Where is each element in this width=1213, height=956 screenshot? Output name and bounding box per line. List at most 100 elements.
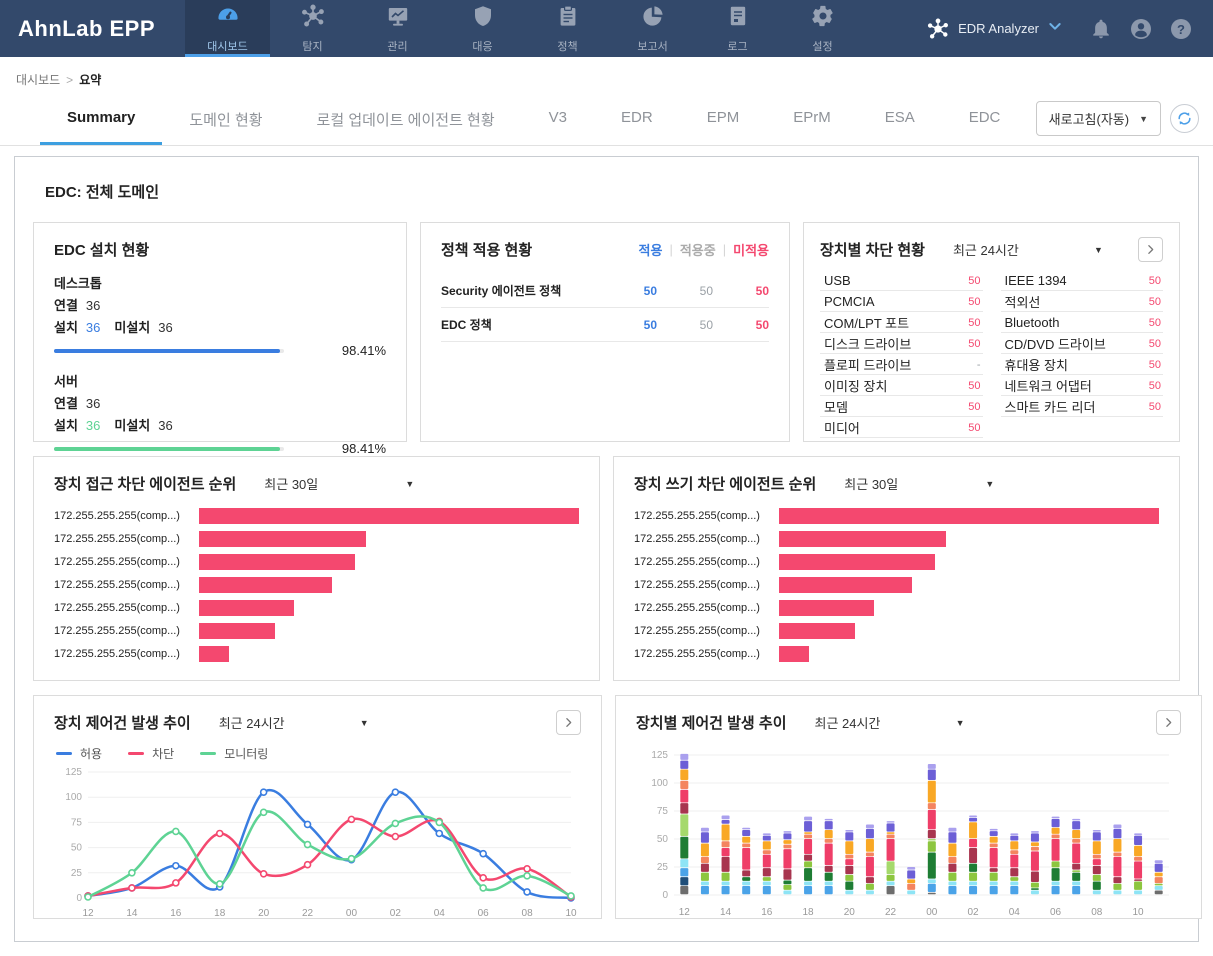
rank-bar[interactable] [199,600,294,616]
device-block-count[interactable]: 50 [968,422,980,434]
tab-EDC[interactable]: EDC [942,109,1028,145]
rank-agent-label[interactable]: 172.255.255.255(comp...) [54,579,199,591]
dropdown-caret-icon: ▼ [956,718,965,728]
edc-install-card: EDC 설치 현황 데스크톱연결36설치36미설치3698.41%서버연결36설… [33,222,407,442]
rank-bar[interactable] [779,577,912,593]
device-block-count[interactable]: 50 [968,275,980,287]
device-trend-more-button[interactable] [1156,710,1181,735]
tab-도메인 현황[interactable]: 도메인 현황 [162,109,289,145]
tab-ESA[interactable]: ESA [858,109,942,145]
product-selector[interactable]: EDR Analyzer [926,17,1063,41]
write-rank-period-dropdown[interactable]: 최근 30일 ▼ [844,474,994,493]
dropdown-caret-icon: ▼ [1139,114,1148,124]
nav-item-보고서[interactable]: 보고서 [610,0,695,57]
rank-bar[interactable] [199,623,275,639]
nav-item-대시보드[interactable]: 대시보드 [185,0,270,57]
rank-bar[interactable] [199,646,229,662]
control-trend-period-dropdown[interactable]: 최근 24시간 ▼ [219,713,369,732]
rank-bar[interactable] [779,623,855,639]
policy-not-applied-count[interactable]: 50 [713,284,769,298]
device-name: 모뎀 [824,397,848,416]
policy-applying-count[interactable]: 50 [657,318,713,332]
device-block-count[interactable]: 50 [1149,401,1161,413]
rank-bar[interactable] [199,577,332,593]
rank-agent-label[interactable]: 172.255.255.255(comp...) [54,625,199,637]
svg-text:75: 75 [657,806,669,817]
policy-applied-count[interactable]: 50 [601,318,657,332]
policy-applying-count[interactable]: 50 [657,284,713,298]
tab-Summary[interactable]: Summary [40,109,162,145]
access-rank-period-dropdown[interactable]: 최근 30일 ▼ [264,474,414,493]
nav-item-관리[interactable]: 관리 [355,0,440,57]
block-card-more-button[interactable] [1138,237,1163,262]
svg-text:12: 12 [679,907,691,918]
nav-item-대응[interactable]: 대응 [440,0,525,57]
rank-agent-label[interactable]: 172.255.255.255(comp...) [634,510,779,522]
tab-V3[interactable]: V3 [522,109,594,145]
account-icon[interactable] [1129,17,1153,41]
nav-item-정책[interactable]: 정책 [525,0,610,57]
rank-bar-row: 172.255.255.255(comp...) [634,554,1159,570]
nav-item-탐지[interactable]: 탐지 [270,0,355,57]
rank-agent-label[interactable]: 172.255.255.255(comp...) [54,648,199,660]
tab-EPrM[interactable]: EPrM [766,109,858,145]
nav-item-label: 대응 [472,38,492,54]
rank-bar[interactable] [779,531,946,547]
rank-agent-label[interactable]: 172.255.255.255(comp...) [54,556,199,568]
rank-agent-label[interactable]: 172.255.255.255(comp...) [634,625,779,637]
device-block-count[interactable]: 50 [1149,380,1161,392]
device-block-count[interactable]: 50 [1149,296,1161,308]
svg-text:20: 20 [844,907,856,918]
install-progress: 98.41% [54,343,386,358]
tab-로컬 업데이트 에이전트 현황[interactable]: 로컬 업데이트 에이전트 현황 [290,109,522,145]
rank-bar[interactable] [779,646,809,662]
nav-item-설정[interactable]: 설정 [780,0,865,57]
tab-EDR[interactable]: EDR [594,109,680,145]
nav-item-로그[interactable]: 로그 [695,0,780,57]
device-block-count[interactable]: 50 [968,338,980,350]
rank-agent-label[interactable]: 172.255.255.255(comp...) [634,648,779,660]
rank-agent-label[interactable]: 172.255.255.255(comp...) [634,602,779,614]
rank-agent-label[interactable]: 172.255.255.255(comp...) [634,533,779,545]
device-block-count[interactable]: 50 [968,296,980,308]
svg-text:0: 0 [662,890,668,901]
device-name: USB [824,273,851,288]
policy-not-applied-count[interactable]: 50 [713,318,769,332]
device-block-count[interactable]: 50 [968,401,980,413]
rank-bar[interactable] [779,600,874,616]
svg-text:14: 14 [720,907,732,918]
installed-count: 36 [86,320,100,335]
rank-bar[interactable] [779,508,1159,524]
block-period-dropdown[interactable]: 최근 24시간 ▼ [953,240,1103,259]
rank-bar[interactable] [199,531,366,547]
rank-agent-label[interactable]: 172.255.255.255(comp...) [634,556,779,568]
svg-text:25: 25 [657,862,669,873]
breadcrumb-parent[interactable]: 대시보드 [16,73,60,87]
refresh-button[interactable] [1170,104,1199,133]
notifications-bell-icon[interactable] [1089,17,1113,41]
device-block-count[interactable]: 50 [1149,275,1161,287]
device-block-count[interactable]: 50 [968,317,980,329]
block-table-left: USB50PCMCIA50COM/LPT 포트50디스크 드라이브50플로피 드… [820,270,983,438]
device-block-count[interactable]: 50 [1149,317,1161,329]
rank-bar-row: 172.255.255.255(comp...) [634,531,1159,547]
device-block-count[interactable]: - [977,359,981,371]
device-block-count[interactable]: 50 [968,380,980,392]
rank-agent-label[interactable]: 172.255.255.255(comp...) [54,602,199,614]
legend-label: 허용 [80,745,102,762]
rank-agent-label[interactable]: 172.255.255.255(comp...) [54,510,199,522]
rank-bar[interactable] [779,554,935,570]
device-block-count[interactable]: 50 [1149,338,1161,350]
rank-agent-label[interactable]: 172.255.255.255(comp...) [54,533,199,545]
help-icon[interactable]: ? [1169,17,1193,41]
tab-EPM[interactable]: EPM [680,109,767,145]
rank-agent-label[interactable]: 172.255.255.255(comp...) [634,579,779,591]
rank-bar[interactable] [199,554,355,570]
policy-applied-count[interactable]: 50 [601,284,657,298]
device-block-count[interactable]: 50 [1149,359,1161,371]
device-trend-period-dropdown[interactable]: 최근 24시간 ▼ [815,713,965,732]
rank-bar[interactable] [199,508,579,524]
policy-card-title: 정책 적용 현황 [441,239,532,260]
control-trend-more-button[interactable] [556,710,581,735]
refresh-mode-dropdown[interactable]: 새로고침(자동) ▼ [1036,101,1161,136]
